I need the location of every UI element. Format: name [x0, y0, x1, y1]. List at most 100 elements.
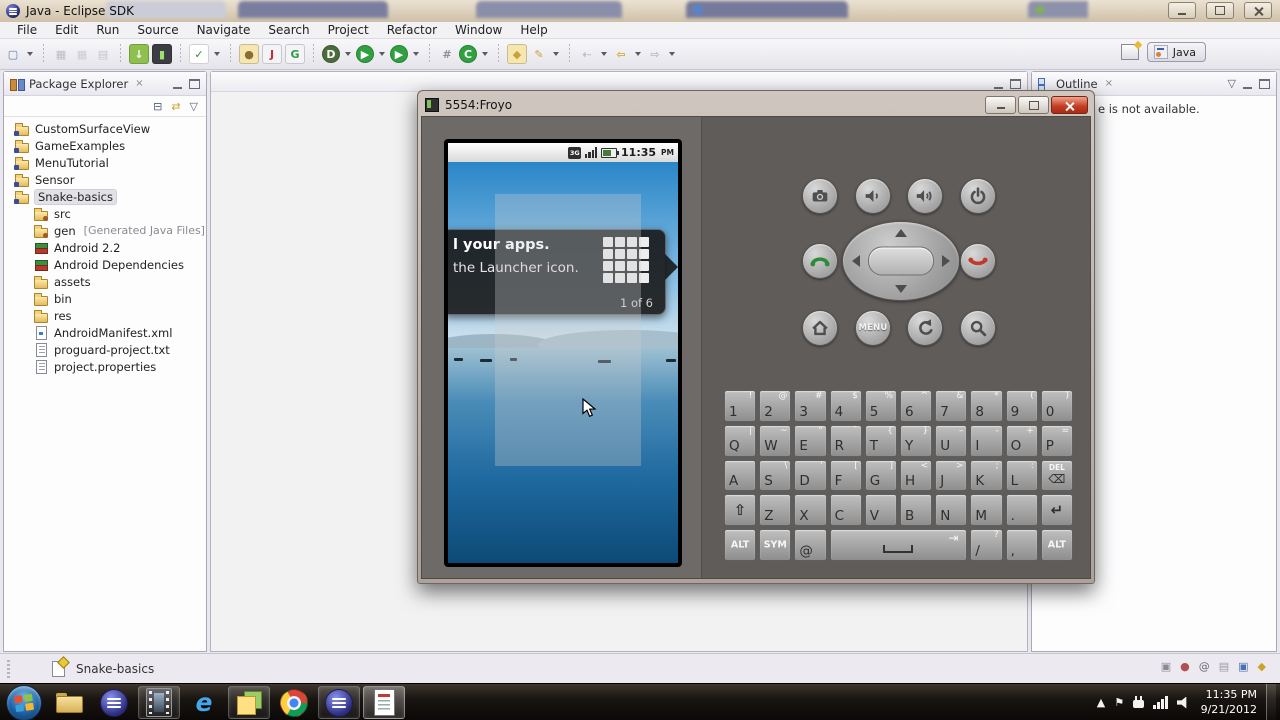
taskbar-chrome[interactable]: [273, 683, 315, 720]
key-4[interactable]: 4 $: [829, 390, 862, 422]
key-c[interactable]: C: [829, 494, 862, 527]
at-sign-icon[interactable]: @: [1199, 661, 1210, 672]
key-del[interactable]: DEL ⌫: [1040, 459, 1073, 492]
key-d[interactable]: D ': [794, 459, 827, 492]
tree-item-android-dependencies[interactable]: Android Dependencies: [4, 256, 206, 273]
java-perspective-button[interactable]: Java: [1146, 42, 1206, 62]
key-j[interactable]: J >: [935, 459, 968, 492]
taskbar-notes[interactable]: [228, 686, 270, 719]
back-dropdown[interactable]: [635, 52, 641, 56]
back-icon[interactable]: ⇦: [612, 45, 630, 63]
search-button[interactable]: [960, 310, 996, 346]
minimize-panel-icon[interactable]: [173, 78, 182, 89]
tree-item-menututorial[interactable]: MenuTutorial: [4, 154, 206, 171]
avd-manager-icon[interactable]: ▮: [152, 44, 172, 64]
key-r[interactable]: R `: [829, 424, 862, 457]
action-center-icon[interactable]: ⚑: [1114, 697, 1124, 708]
emulator-maximize-button[interactable]: [1018, 96, 1049, 114]
link-editor-icon[interactable]: ⇄: [171, 101, 180, 112]
key-key[interactable]: @: [794, 529, 827, 561]
last-edit-location-icon[interactable]: ⇠: [578, 45, 596, 63]
last-edit-location-dropdown[interactable]: [601, 52, 607, 56]
android-sdk-manager-icon[interactable]: ↓: [129, 44, 149, 64]
save-icon[interactable]: ▦: [52, 45, 70, 63]
taskbar-eclipse[interactable]: [93, 686, 135, 719]
back-button[interactable]: [907, 310, 943, 346]
emulator-minimize-button[interactable]: [985, 96, 1016, 114]
key-2[interactable]: 2 @: [759, 390, 792, 422]
power-plug-icon[interactable]: [1133, 696, 1145, 709]
key-a[interactable]: A: [724, 459, 757, 492]
dpad-right-icon[interactable]: [942, 255, 950, 267]
tree-item-bin[interactable]: bin: [4, 290, 206, 307]
key-mod[interactable]: ALT: [724, 529, 757, 561]
open-perspective-icon[interactable]: [1120, 44, 1139, 60]
mark-occurrences-icon[interactable]: ✎: [530, 45, 548, 63]
view-menu-icon[interactable]: ▽: [1228, 78, 1236, 89]
camera-button[interactable]: [802, 178, 838, 214]
network-signal-icon[interactable]: [1153, 696, 1168, 709]
file-sync-icon[interactable]: ▤: [1219, 661, 1229, 672]
tree-item-src[interactable]: src: [4, 205, 206, 222]
key-z[interactable]: Z: [759, 494, 792, 527]
debug-icon[interactable]: D: [322, 45, 340, 63]
menu-project[interactable]: Project: [319, 23, 378, 37]
run-dropdown[interactable]: [379, 52, 385, 56]
menu-help[interactable]: Help: [511, 23, 556, 37]
tree-item-sensor[interactable]: Sensor: [4, 171, 206, 188]
taskbar-explorer[interactable]: [48, 686, 90, 719]
run-icon[interactable]: ▶: [356, 45, 374, 63]
taskbar-media[interactable]: [138, 686, 180, 719]
key-5[interactable]: 5%: [864, 390, 897, 422]
tree-item-gen[interactable]: gen [Generated Java Files]: [4, 222, 206, 239]
window-close-button[interactable]: [1244, 2, 1272, 19]
tips-icon[interactable]: ◆: [1258, 661, 1266, 672]
call-button[interactable]: [802, 243, 838, 279]
key-m[interactable]: M: [970, 494, 1003, 527]
show-desktop-button[interactable]: [1266, 684, 1276, 720]
key-t[interactable]: T{: [864, 424, 897, 457]
tree-item-snake-basics[interactable]: Snake-basics: [4, 188, 206, 205]
forward-icon[interactable]: ⇨: [646, 45, 664, 63]
window-restore-button[interactable]: [1206, 2, 1234, 19]
dpad[interactable]: [842, 221, 960, 301]
save-all-icon[interactable]: ▦: [73, 45, 91, 63]
key-9[interactable]: 9(: [1005, 390, 1038, 422]
key-w[interactable]: W ~: [759, 424, 792, 457]
key-space[interactable]: ⇥: [829, 529, 968, 561]
menu-source[interactable]: Source: [128, 23, 187, 37]
taskbar-eclipse-2[interactable]: [318, 686, 360, 719]
user-icon[interactable]: ●: [1180, 661, 1190, 672]
coverage-icon[interactable]: C: [459, 45, 477, 63]
menu-window[interactable]: Window: [446, 23, 511, 37]
print-icon[interactable]: ▤: [94, 45, 112, 63]
key-s[interactable]: S \: [759, 459, 792, 492]
volume-down-button[interactable]: [855, 178, 891, 214]
key-shift[interactable]: ⇧: [724, 494, 757, 527]
taskbar-start[interactable]: [3, 684, 45, 720]
close-tab-icon[interactable]: ×: [1105, 78, 1113, 89]
end-call-button[interactable]: [960, 243, 996, 279]
tree-item-project-properties[interactable]: project.properties: [4, 358, 206, 375]
coverage-dropdown[interactable]: [482, 52, 488, 56]
dpad-left-icon[interactable]: [852, 255, 860, 267]
key-u[interactable]: U –: [935, 424, 968, 457]
key-8[interactable]: 8 *: [970, 390, 1003, 422]
menu-search[interactable]: Search: [259, 23, 318, 37]
lint-check-dropdown[interactable]: [214, 52, 220, 56]
tree-item-android-2-2[interactable]: Android 2.2: [4, 239, 206, 256]
junit-icon[interactable]: J: [262, 44, 282, 64]
home-button[interactable]: [802, 310, 838, 346]
open-resource-icon[interactable]: ◆: [507, 44, 527, 64]
tree-item-proguard-project-txt[interactable]: proguard-project.txt: [4, 341, 206, 358]
key-6[interactable]: 6 ^: [900, 390, 933, 422]
emulator-close-button[interactable]: [1051, 96, 1088, 114]
menu-run[interactable]: Run: [87, 23, 128, 37]
new-class-icon[interactable]: G: [285, 44, 305, 64]
key-n[interactable]: N: [935, 494, 968, 527]
lint-check-icon[interactable]: ✓: [189, 44, 209, 64]
power-button[interactable]: [960, 178, 996, 214]
close-tab-icon[interactable]: ×: [135, 78, 143, 89]
menu-button[interactable]: MENU: [855, 310, 891, 346]
forward-dropdown[interactable]: [669, 52, 675, 56]
